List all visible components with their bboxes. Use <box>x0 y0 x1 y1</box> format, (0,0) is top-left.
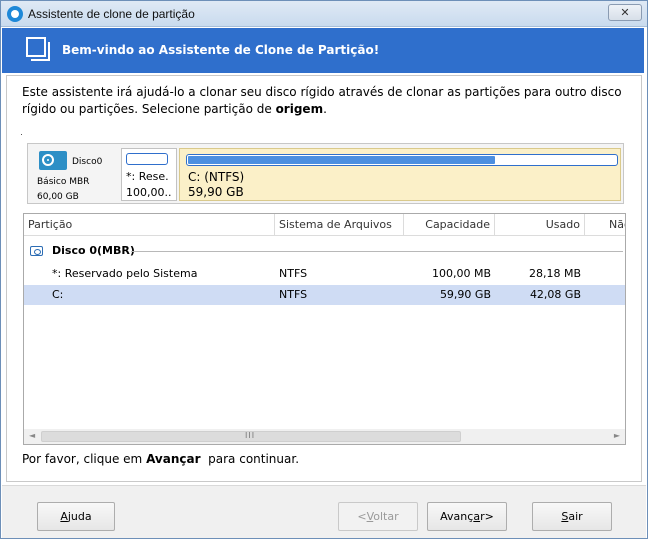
cell-used: 28,18 MB <box>528 267 581 280</box>
partition-block-reserved[interactable]: *: Rese. 100,00.. <box>121 148 177 201</box>
window-title: Assistente de clone de partição <box>28 7 195 21</box>
cell-used: 42,08 GB <box>529 288 581 301</box>
partition-label: *: Rese. <box>126 170 169 183</box>
intro-text: Este assistente irá ajudá-lo a clonar se… <box>22 84 622 118</box>
close-button[interactable]: ✕ <box>608 4 642 21</box>
disk-info[interactable]: Disco0 Básico MBR 60,00 GB <box>28 144 120 203</box>
cell-partition: *: Reservado pelo Sistema <box>52 267 198 280</box>
column-header-unused[interactable]: Não <box>585 214 625 236</box>
next-label-before: Avanç <box>440 510 474 523</box>
column-header-capacity[interactable]: Capacidade <box>404 214 495 236</box>
scroll-right-icon[interactable]: ► <box>614 431 620 440</box>
cell-capacity: 59,90 GB <box>439 288 491 301</box>
partition-size: 59,90 GB <box>188 185 244 199</box>
scroll-thumb[interactable]: III <box>41 431 461 442</box>
usage-bar <box>126 153 168 165</box>
cell-filesystem: NTFS <box>279 267 308 280</box>
wizard-content: Este assistente irá ajudá-lo a clonar se… <box>6 75 642 482</box>
exit-label-rest: air <box>568 510 583 523</box>
clone-wizard-window: Assistente de clone de partição ✕ Bem-vi… <box>0 0 648 539</box>
next-button[interactable]: Avançar> <box>427 502 507 531</box>
back-button[interactable]: <Voltar <box>338 502 418 531</box>
partition-table: Partição Sistema de Arquivos Capacidade … <box>23 213 626 445</box>
help-button[interactable]: Ajuda <box>37 502 115 531</box>
wizard-banner: Bem-vindo ao Assistente de Clone de Part… <box>2 28 644 73</box>
group-divider <box>131 251 623 252</box>
back-label-before: < <box>357 510 367 523</box>
cell-unused <box>585 285 625 305</box>
intro-end: . <box>323 102 327 116</box>
disk-map: Disco0 Básico MBR 60,00 GB *: Rese. 100,… <box>27 143 624 204</box>
cell-partition: C: <box>52 288 64 301</box>
partition-label: C: (NTFS) <box>188 170 245 184</box>
button-bar: Ajuda <Voltar Avançar> Sair <box>2 485 646 538</box>
intro-emphasis: origem <box>275 102 324 116</box>
instruction-emphasis: Avançar <box>146 452 201 466</box>
horizontal-scrollbar[interactable]: ◄ III ► <box>24 429 625 444</box>
help-label-rest: juda <box>67 510 92 523</box>
column-header-partition[interactable]: Partição <box>24 214 275 236</box>
continue-instruction: Por favor, clique em Avançar para contin… <box>22 452 299 466</box>
next-label-rest: r> <box>480 510 494 523</box>
instruction-suffix: para continuar. <box>200 452 300 466</box>
cell-capacity: 100,00 MB <box>431 267 491 280</box>
scroll-left-icon[interactable]: ◄ <box>29 431 35 440</box>
table-header: Partição Sistema de Arquivos Capacidade … <box>24 214 625 236</box>
usage-fill <box>188 156 495 164</box>
exit-button[interactable]: Sair <box>532 502 612 531</box>
usage-bar <box>186 154 618 166</box>
disk-group-label: Disco 0(MBR) <box>52 244 135 257</box>
partition-block-c[interactable]: C: (NTFS) 59,90 GB <box>179 148 621 201</box>
copy-icon <box>26 37 50 61</box>
hard-disk-icon <box>39 151 67 170</box>
title-bar[interactable]: Assistente de clone de partição ✕ <box>1 1 647 27</box>
column-header-filesystem[interactable]: Sistema de Arquivos <box>275 214 404 236</box>
instruction-prefix: Por favor, clique em <box>22 452 147 466</box>
table-row[interactable]: *: Reservado pelo Sistema NTFS 100,00 MB… <box>24 264 625 284</box>
disk-size: 60,00 GB <box>37 192 79 202</box>
table-row-selected[interactable]: C: NTFS 59,90 GB 42,08 GB <box>24 285 625 305</box>
back-label-rest: oltar <box>373 510 399 523</box>
help-mnemonic: A <box>60 510 68 523</box>
cell-filesystem: NTFS <box>279 288 308 301</box>
disk-group-row[interactable]: Disco 0(MBR) <box>24 241 625 261</box>
disk-icon <box>30 246 43 256</box>
divider-dot <box>21 134 22 135</box>
disk-name: Disco0 <box>72 157 103 167</box>
banner-title: Bem-vindo ao Assistente de Clone de Part… <box>62 43 380 57</box>
disk-type: Básico MBR <box>37 177 90 187</box>
cell-unused: ' <box>585 264 625 284</box>
column-header-used[interactable]: Usado <box>495 214 585 236</box>
app-icon <box>7 6 23 22</box>
scroll-grip-icon: III <box>245 431 256 440</box>
partition-size: 100,00.. <box>126 186 172 199</box>
